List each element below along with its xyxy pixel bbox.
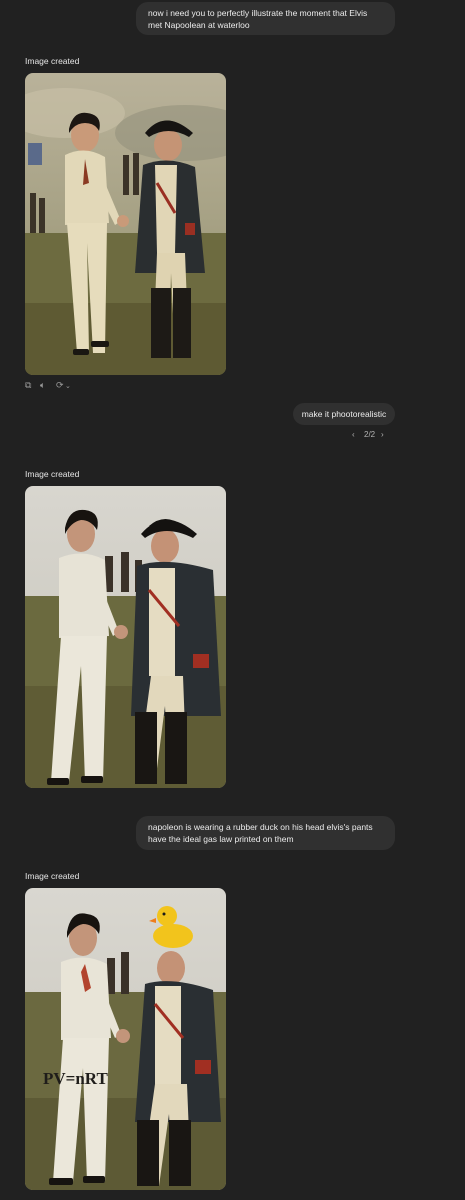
user-message-text: now i need you to perfectly illustrate t… <box>148 8 368 30</box>
generated-image-painting[interactable] <box>25 73 226 375</box>
image-created-label: Image created <box>25 469 80 479</box>
image-created-label: Image created <box>25 871 80 881</box>
chevron-left-icon[interactable]: ‹ <box>352 430 355 439</box>
user-message-text: napoleon is wearing a rubber duck on his… <box>148 822 373 844</box>
version-counter: 2/2 <box>364 430 376 439</box>
chevron-right-icon[interactable]: › <box>381 430 384 439</box>
user-message-text: make it phootorealistic <box>301 409 387 419</box>
copy-icon[interactable]: ⧉ <box>25 380 31 391</box>
chevron-down-icon[interactable]: ⌄ <box>65 382 71 390</box>
regenerate-icon[interactable]: ⟳ <box>56 380 64 391</box>
user-message-3: napoleon is wearing a rubber duck on his… <box>136 816 395 850</box>
user-message-1: now i need you to perfectly illustrate t… <box>136 2 395 35</box>
speaker-icon[interactable]: 🔈︎ <box>40 380 45 391</box>
user-message-2: make it phootorealistic <box>293 403 395 425</box>
ideal-gas-law-text: PV=nRT <box>43 1069 108 1088</box>
generated-image-duck[interactable]: PV=nRT <box>25 888 226 1190</box>
generated-image-photo[interactable] <box>25 486 226 788</box>
image-created-label: Image created <box>25 56 80 66</box>
